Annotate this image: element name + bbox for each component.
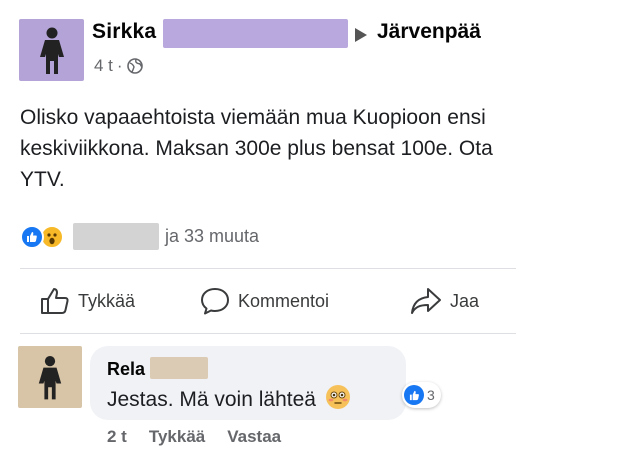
comment-author-name[interactable]: Rela xyxy=(107,359,145,380)
comment-timestamp[interactable]: 2 t xyxy=(107,427,127,447)
post-author-avatar[interactable] xyxy=(19,19,84,81)
meta-separator: · xyxy=(116,56,123,75)
posted-in-arrow-icon xyxy=(355,28,367,42)
like-button-label: Tykkää xyxy=(78,290,136,311)
thumbs-up-icon xyxy=(41,288,69,314)
post-body-text: Olisko vapaaehtoista viemään mua Kuopioo… xyxy=(20,106,493,191)
globe-icon xyxy=(126,58,143,74)
redacted-reactor-name xyxy=(73,223,159,250)
share-button[interactable]: Jaa xyxy=(410,285,479,317)
comment-text: Jestas. Mä voin lähteä xyxy=(107,385,350,412)
like-icon xyxy=(20,225,44,249)
redacted-comment-surname xyxy=(150,357,208,379)
reaction-icons[interactable] xyxy=(20,223,64,251)
comment-reaction-count: 3 xyxy=(427,387,435,403)
like-icon xyxy=(404,385,424,405)
person-silhouette-icon xyxy=(38,356,62,400)
divider-bottom xyxy=(20,333,516,334)
flushed-face-icon xyxy=(325,385,350,409)
person-silhouette-icon xyxy=(39,27,64,74)
comment-footer: 2 t Tykkää Vastaa xyxy=(107,427,281,447)
post-author-name[interactable]: Sirkka xyxy=(92,20,156,44)
speech-bubble-icon xyxy=(201,288,229,315)
comment-button-label: Kommentoi xyxy=(238,290,330,311)
post-meta: 4 t · xyxy=(94,56,143,76)
group-name-link[interactable]: Järvenpää xyxy=(377,20,481,44)
comment-text-content: Jestas. Mä voin lähteä xyxy=(107,388,316,411)
share-button-label: Jaa xyxy=(450,290,480,311)
divider-top xyxy=(20,268,516,269)
like-button[interactable]: Tykkää xyxy=(40,285,135,317)
comment-reply-button[interactable]: Vastaa xyxy=(227,427,281,447)
comment-like-button[interactable]: Tykkää xyxy=(149,427,205,447)
comment-reaction-badge[interactable]: 3 xyxy=(402,382,441,408)
redacted-surname xyxy=(163,19,348,48)
comment-author-avatar[interactable] xyxy=(18,346,82,408)
post-timestamp[interactable]: 4 t xyxy=(94,56,113,76)
reactions-count-text[interactable]: ja 33 muuta xyxy=(165,226,259,247)
share-arrow-icon xyxy=(411,288,441,314)
comment-button[interactable]: Kommentoi xyxy=(200,285,329,317)
